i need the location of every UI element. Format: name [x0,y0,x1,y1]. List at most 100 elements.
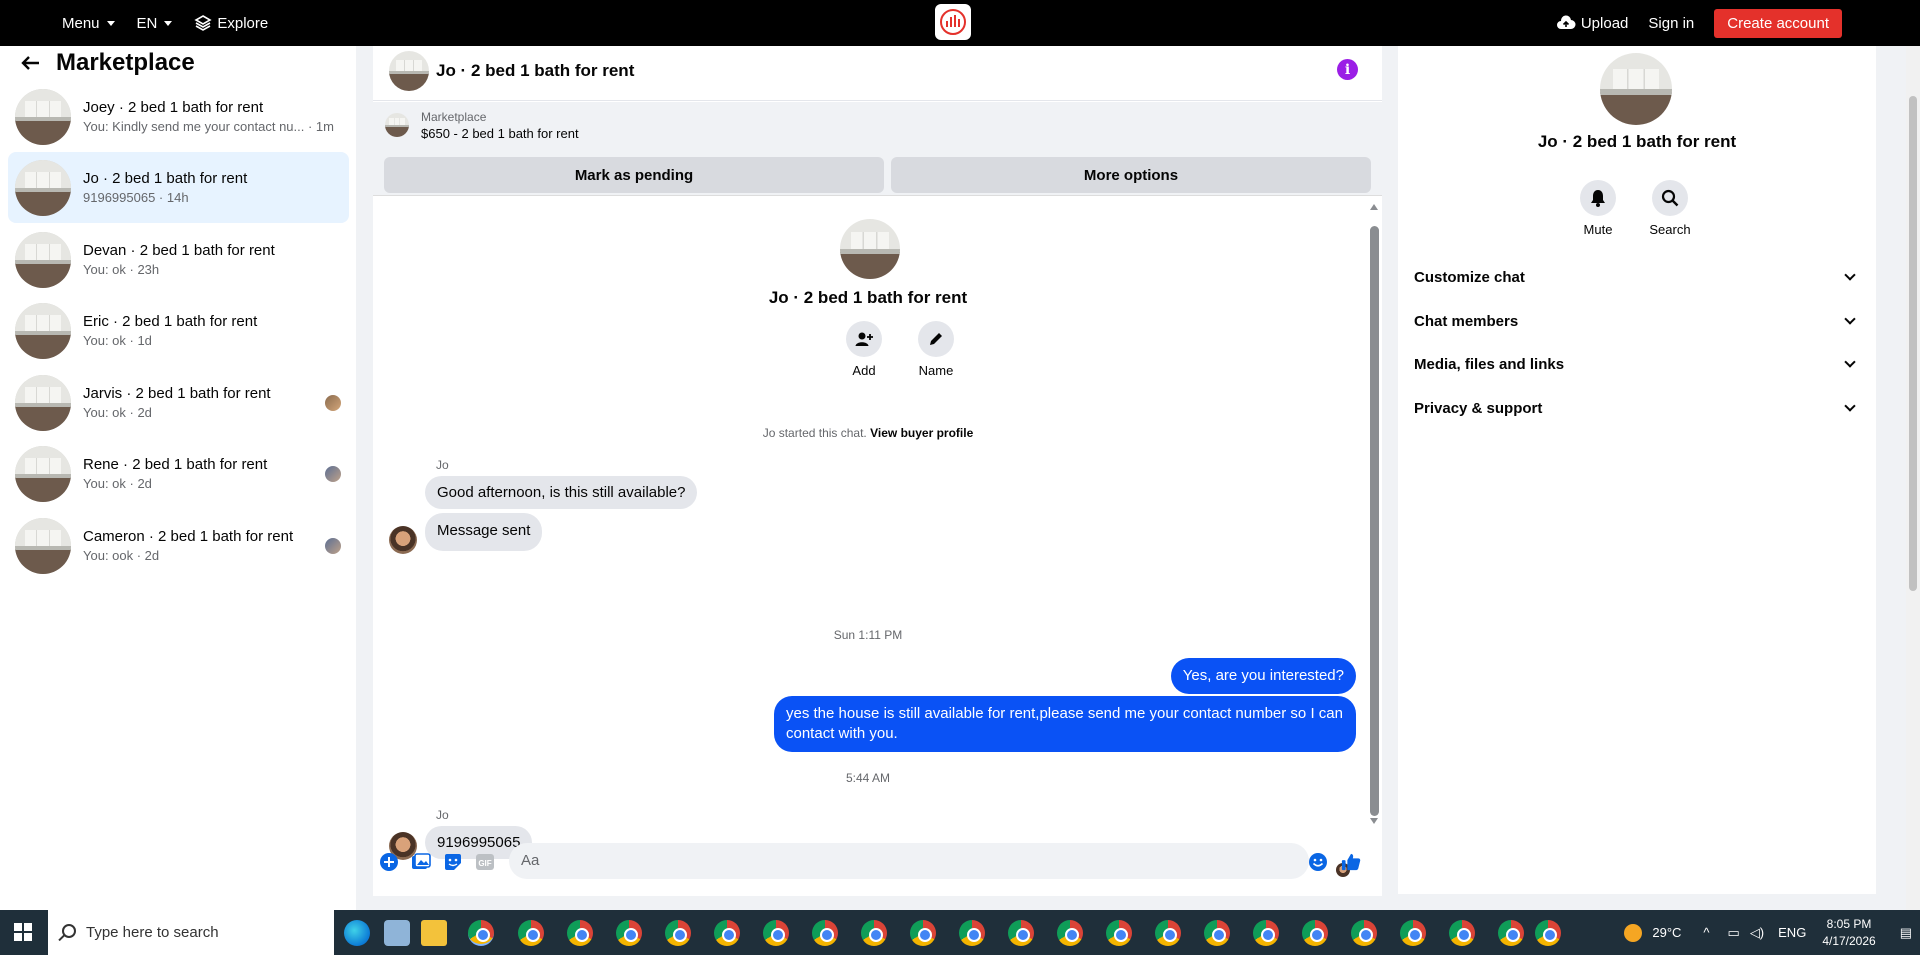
chrome-icon[interactable] [1351,920,1377,946]
language-dropdown[interactable]: EN [137,15,173,32]
chrome-icon[interactable] [1449,920,1475,946]
chrome-icon[interactable] [1253,920,1279,946]
search-button[interactable]: Search [1640,180,1700,237]
chrome-icon[interactable] [714,920,740,946]
chat-title[interactable]: Jo · 2 bed 1 bath for rent [436,61,634,81]
clock[interactable]: 8:05 PM 4/17/2026 [1822,916,1875,950]
conversation-item[interactable]: Cameron · 2 bed 1 bath for rent You: ook … [8,510,349,581]
scrollbar-thumb[interactable] [1370,226,1379,816]
scroll-down-icon[interactable] [1370,818,1378,824]
cloud-upload-icon [1556,15,1576,29]
app-icon[interactable] [384,920,410,946]
outgoing-message[interactable]: yes the house is still available for ren… [774,696,1356,752]
chrome-icon[interactable] [812,920,838,946]
scroll-up-icon[interactable] [1370,204,1378,210]
network-icon[interactable]: ▭ [1728,925,1740,941]
chrome-icon[interactable] [1155,920,1181,946]
site-logo[interactable] [935,4,971,40]
conversation-item[interactable]: Devan · 2 bed 1 bath for rent You: ok · 2… [8,224,349,295]
listing-thumbnail[interactable] [385,113,409,137]
conversation-item[interactable]: Jarvis · 2 bed 1 bath for rent You: ok · … [8,367,349,438]
menu-dropdown[interactable]: Menu [62,15,115,32]
chrome-icon[interactable] [616,920,642,946]
sticker-icon[interactable] [443,852,463,872]
chat-panel: Jo · 2 bed 1 bath for rent i Marketplace… [373,46,1382,896]
message-input[interactable]: Aa [509,843,1309,879]
customize-chat-section[interactable]: Customize chat [1414,259,1860,295]
sender-name: Jo [436,458,449,472]
volume-icon[interactable]: ◁) [1750,925,1764,941]
chrome-icon[interactable] [861,920,887,946]
upload-label: Upload [1580,14,1629,32]
conversation-name: Rene · 2 bed 1 bath for rent [83,456,268,473]
input-language[interactable]: ENG [1778,925,1806,940]
notifications-icon[interactable]: ▤ [1900,925,1912,941]
edge-icon[interactable] [344,920,370,946]
conversation-item-active[interactable]: Jo · 2 bed 1 bath for rent 9196995065 · 1… [8,152,349,223]
chrome-icon[interactable] [1204,920,1230,946]
incoming-message[interactable]: Message sent [425,513,543,551]
gif-icon[interactable]: GIF [475,852,495,872]
chat-avatar[interactable] [389,51,429,91]
chat-info-panel: Jo · 2 bed 1 bath for rent Mute Search C… [1398,46,1876,894]
layers-icon [194,15,212,31]
conversation-preview: You: ok · 2d [83,476,152,491]
explore-link[interactable]: Explore [194,14,268,32]
weather-icon[interactable] [1624,923,1643,942]
info-title: Jo · 2 bed 1 bath for rent [1537,132,1737,151]
view-buyer-profile-link[interactable]: View buyer profile [870,426,973,440]
create-account-button[interactable]: Create account [1714,8,1842,38]
edit-name-button[interactable]: Name [906,321,966,378]
chrome-icon[interactable] [1498,920,1524,946]
pencil-icon [930,333,942,345]
privacy-support-section[interactable]: Privacy & support [1414,390,1860,426]
listing-avatar [15,302,71,359]
chrome-icon[interactable] [959,920,985,946]
chrome-icon[interactable] [763,920,789,946]
conversation-item[interactable]: Joey · 2 bed 1 bath for rent You: Kindly … [8,81,349,152]
listing-price[interactable]: $650 - 2 bed 1 bath for rent [421,126,579,141]
image-icon[interactable] [411,852,431,872]
conversation-item[interactable]: Eric · 2 bed 1 bath for rent You: ok · 1d [8,295,349,366]
chrome-icon[interactable] [1008,920,1034,946]
page-scrollbar-thumb[interactable] [1909,96,1917,591]
mute-button[interactable]: Mute [1568,180,1628,237]
media-files-links-section[interactable]: Media, files and links [1414,346,1860,382]
incoming-message[interactable]: Good afternoon, is this still available? [425,476,698,509]
chrome-icon[interactable] [1535,920,1561,946]
more-options-button[interactable]: More options [891,157,1371,193]
back-arrow-icon[interactable] [20,55,40,71]
taskbar-search[interactable]: Type here to search [48,910,334,955]
chrome-icon[interactable] [567,920,593,946]
chrome-icon[interactable] [1106,920,1132,946]
chrome-icon[interactable] [468,920,494,946]
mark-as-pending-button[interactable]: Mark as pending [384,157,884,193]
chrome-icon[interactable] [1400,920,1426,946]
file-explorer-icon[interactable] [421,920,447,946]
temperature[interactable]: 29°C [1652,925,1681,940]
taskbar-search-placeholder: Type here to search [86,924,219,941]
chrome-icon[interactable] [665,920,691,946]
top-nav-left: Menu EN Explore [62,0,268,46]
chrome-icon[interactable] [1302,920,1328,946]
chrome-icon[interactable] [518,920,544,946]
sign-in-link[interactable]: Sign in [1648,15,1694,32]
conversation-name: Cameron · 2 bed 1 bath for rent [83,528,294,545]
chrome-icon[interactable] [1057,920,1083,946]
thumbs-up-icon[interactable] [1341,852,1361,872]
message-composer: GIF Aa [373,836,1382,886]
conversation-item[interactable]: Rene · 2 bed 1 bath for rent You: ok · 2d [8,438,349,509]
info-icon[interactable]: i [1337,59,1358,80]
chat-members-section[interactable]: Chat members [1414,303,1860,339]
add-person-button[interactable]: Add [834,321,894,378]
thread-scrollbar[interactable] [1368,196,1379,826]
plus-icon[interactable] [379,852,399,872]
chrome-icon[interactable] [910,920,936,946]
seen-avatar-icon [325,466,341,482]
upload-button[interactable]: Upload [1556,14,1629,32]
outgoing-message[interactable]: Yes, are you interested? [1170,658,1356,694]
windows-start-icon[interactable] [14,923,32,941]
emoji-icon[interactable] [1308,852,1328,872]
page-scrollbar[interactable] [1906,46,1920,910]
chevron-up-icon[interactable]: ^ [1703,925,1709,940]
